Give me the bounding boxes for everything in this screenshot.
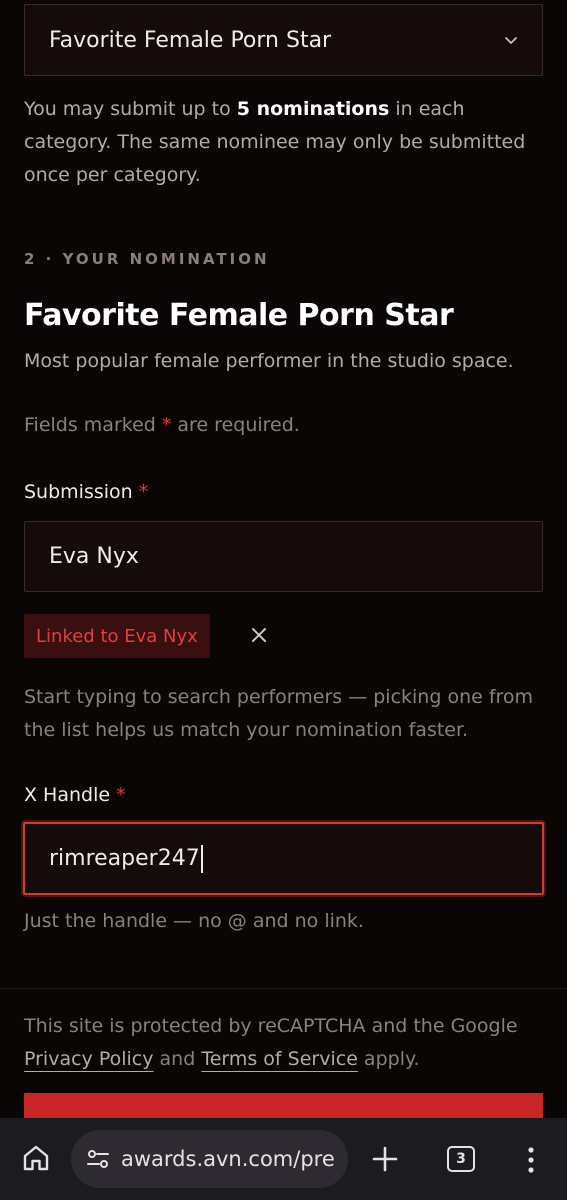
x-handle-input[interactable]: rimreaper247 — [23, 822, 544, 895]
limit-note-bold: 5 nominations — [236, 98, 390, 120]
recaptcha-notice: This site is protected by reCAPTCHA and … — [24, 1010, 544, 1076]
chevron-down-icon — [505, 37, 517, 44]
linked-performer-chip: Linked to Eva Nyx — [24, 614, 210, 658]
address-bar[interactable]: awards.avn.com/pre — [71, 1130, 348, 1188]
required-note-text: Fields marked — [24, 414, 162, 436]
step-label: 2 · YOUR NOMINATION — [24, 250, 270, 268]
tab-count: 3 — [456, 1151, 466, 1167]
url-text: awards.avn.com/pre — [121, 1147, 335, 1171]
submission-label: Submission * — [24, 481, 148, 503]
x-handle-label: X Handle * — [24, 784, 126, 806]
page: Favorite Female Porn Star You may submit… — [0, 0, 567, 1200]
required-star: * — [138, 481, 149, 503]
site-settings-icon[interactable] — [85, 1146, 111, 1172]
x-handle-label-text: X Handle — [24, 784, 111, 806]
home-icon[interactable] — [20, 1142, 52, 1174]
required-note-text-end: are required. — [171, 414, 300, 436]
submission-label-text: Submission — [24, 481, 133, 503]
terms-of-service-link[interactable]: Terms of Service — [201, 1048, 358, 1070]
category-select-value: Favorite Female Porn Star — [49, 27, 332, 53]
x-handle-input-value: rimreaper247 — [49, 846, 200, 871]
text-caret — [200, 844, 203, 873]
nomination-limit-note: You may submit up to 5 nominations in ea… — [24, 93, 544, 192]
category-select[interactable]: Favorite Female Porn Star — [24, 4, 543, 76]
recaptcha-text: This site is protected by reCAPTCHA and … — [24, 1015, 518, 1037]
submission-hint: Start typing to search performers — pick… — [24, 686, 534, 741]
category-title: Favorite Female Porn Star — [24, 298, 454, 333]
close-icon[interactable] — [248, 624, 270, 646]
privacy-policy-link[interactable]: Privacy Policy — [24, 1048, 153, 1070]
limit-note-text: You may submit up to — [24, 98, 237, 120]
submission-input-value: Eva Nyx — [49, 544, 139, 569]
required-fields-note: Fields marked * are required. — [24, 414, 300, 436]
required-star: * — [161, 414, 172, 436]
plus-icon[interactable] — [370, 1144, 400, 1174]
tab-switcher-icon[interactable]: 3 — [447, 1146, 475, 1172]
recaptcha-text-mid: and — [153, 1048, 202, 1070]
recaptcha-text-end: apply. — [357, 1048, 420, 1070]
more-vert-icon[interactable] — [521, 1144, 541, 1176]
section-divider — [0, 988, 567, 989]
submit-button[interactable] — [24, 1093, 543, 1121]
required-star: * — [116, 784, 126, 806]
submission-input[interactable]: Eva Nyx — [24, 521, 543, 592]
x-handle-hint: Just the handle — no @ and no link. — [24, 910, 364, 932]
category-description: Most popular female performer in the stu… — [24, 350, 514, 372]
